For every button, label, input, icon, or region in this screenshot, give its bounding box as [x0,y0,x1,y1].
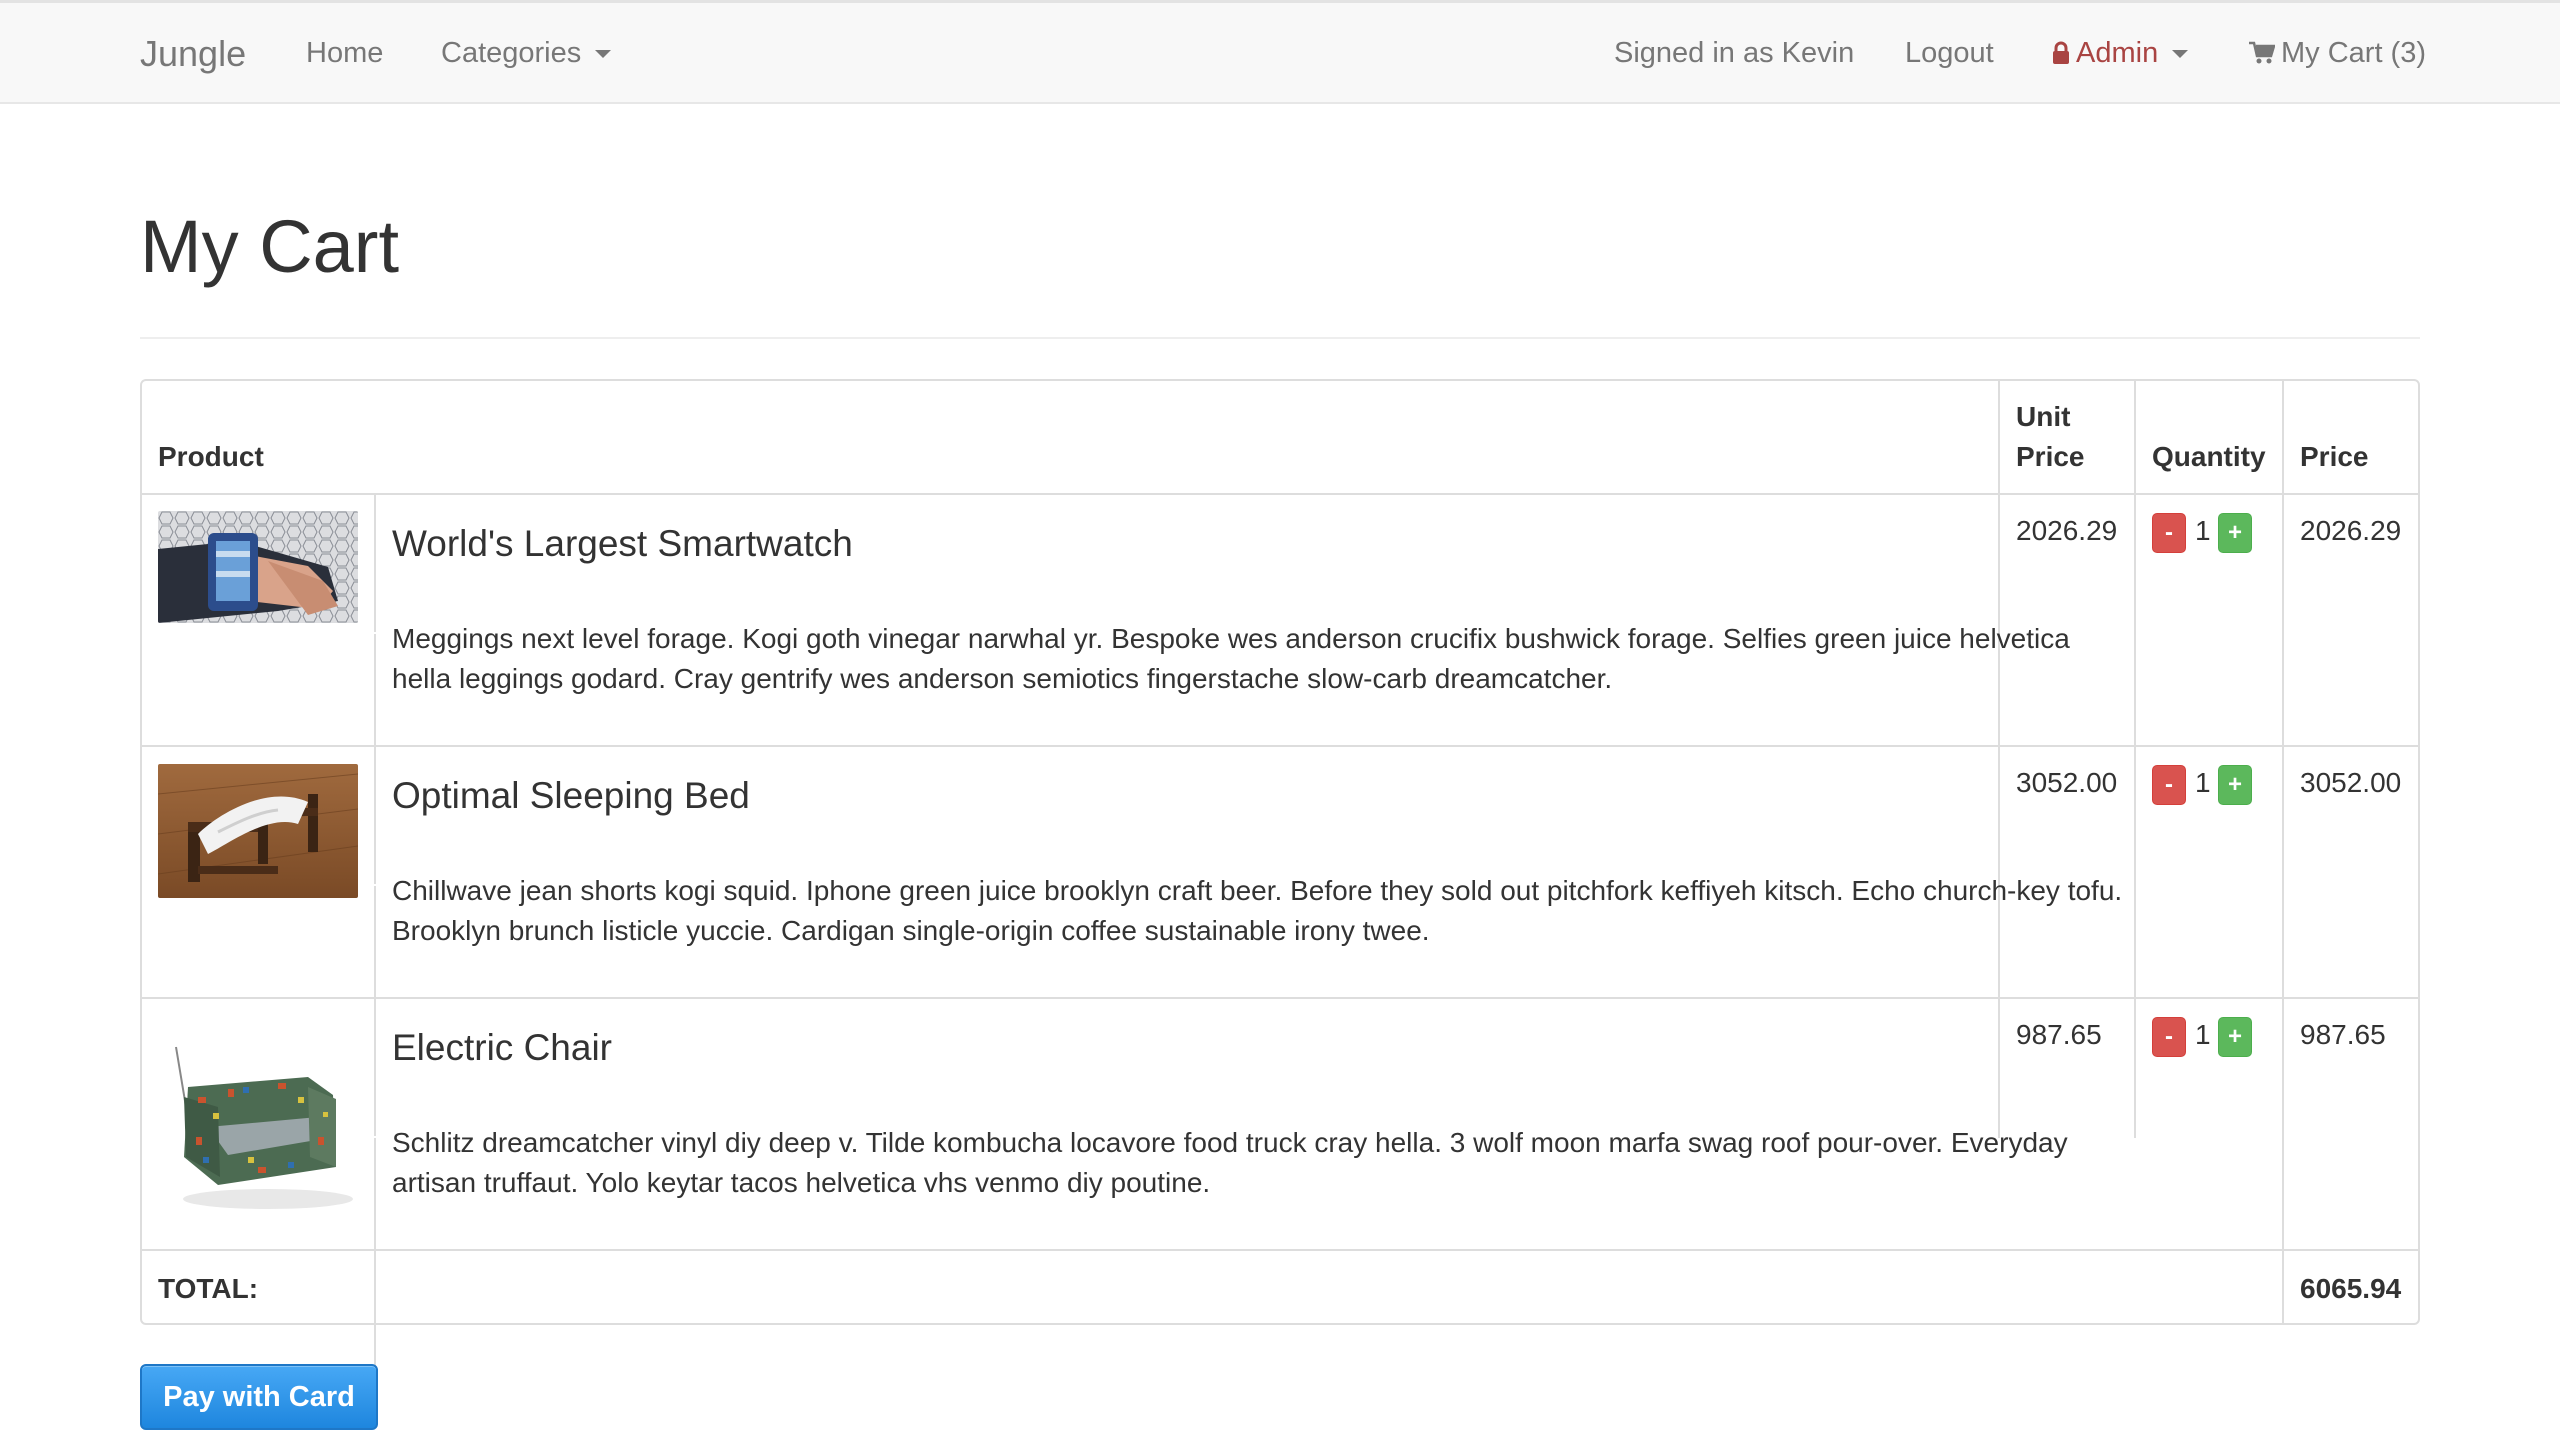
quantity-decrease-button[interactable]: - [2152,513,2186,553]
product-description: Chillwave jean shorts kogi squid. Iphone… [392,875,2123,946]
product-image-chair[interactable] [158,1017,358,1217]
header-divider [140,337,2420,339]
nav-categories-label: Categories [441,37,582,69]
quantity-value: 1 [2195,515,2211,546]
row-divider [142,745,2418,747]
lock-icon [2052,6,2070,107]
quantity-increase-button[interactable]: + [2218,513,2252,553]
quantity-value: 1 [2195,767,2211,798]
chevron-down-icon [595,50,612,59]
quantity-decrease-button[interactable]: - [2152,765,2186,805]
total-value: 6065.94 [2300,1273,2402,1304]
brand-link[interactable]: Jungle [140,3,246,104]
header-product: Product [158,441,264,472]
quantity-decrease-button[interactable]: - [2152,1017,2186,1057]
line-price: 987.65 [2300,1019,2386,1050]
nav-cart-label: My Cart (3) [2281,37,2426,69]
column-divider [374,634,376,884]
row-divider [142,493,2418,495]
header-unit-price-line2: Price [2016,441,2085,472]
nav-home-link[interactable]: Home [306,3,383,104]
quantity-increase-button[interactable]: + [2218,765,2252,805]
total-label: TOTAL: [158,1273,259,1304]
header-price: Price [2300,441,2369,472]
line-price: 2026.29 [2300,515,2402,546]
column-divider [374,886,376,1136]
unit-price: 3052.00 [2016,767,2118,798]
product-title[interactable]: Electric Chair [392,1026,612,1070]
header-unit-price: Unit Price [2016,397,2085,477]
row-divider [142,1249,2418,1251]
page-title: My Cart [140,205,399,288]
product-description: Schlitz dreamcatcher vinyl diy deep v. T… [392,1127,2068,1198]
nav-categories-dropdown[interactable]: Categories [441,3,612,104]
nav-admin-label: Admin [2076,37,2159,69]
pay-with-card-button[interactable]: Pay with Card [140,1364,378,1430]
unit-price: 2026.29 [2016,515,2118,546]
header-unit-price-line1: Unit [2016,401,2071,432]
column-divider [374,495,376,632]
top-navbar: Jungle Home Categories Signed in as Kevi… [0,0,2560,104]
column-divider [2282,381,2284,1323]
nav-logout-link[interactable]: Logout [1905,3,1994,104]
product-image-bed[interactable] [158,764,358,898]
cart-table: Product Unit Price Quantity Price World'… [140,379,2420,1388]
product-title[interactable]: Optimal Sleeping Bed [392,774,750,818]
quantity-increase-button[interactable]: + [2218,1017,2252,1057]
column-divider [374,1138,376,1388]
shopping-cart-icon [2249,6,2276,107]
row-divider [142,997,2418,999]
signed-in-text: Signed in as Kevin [1614,37,1855,69]
header-quantity: Quantity [2152,441,2266,472]
product-image-smartwatch[interactable] [158,511,358,623]
unit-price: 987.65 [2016,1019,2102,1050]
line-price: 3052.00 [2300,767,2402,798]
chevron-down-icon [2172,50,2189,59]
nav-cart-link[interactable]: My Cart (3) [2249,3,2426,104]
product-title[interactable]: World's Largest Smartwatch [392,522,853,566]
quantity-value: 1 [2195,1019,2211,1050]
product-description: Meggings next level forage. Kogi goth vi… [392,623,2070,694]
nav-admin-dropdown[interactable]: Admin [2052,3,2189,107]
